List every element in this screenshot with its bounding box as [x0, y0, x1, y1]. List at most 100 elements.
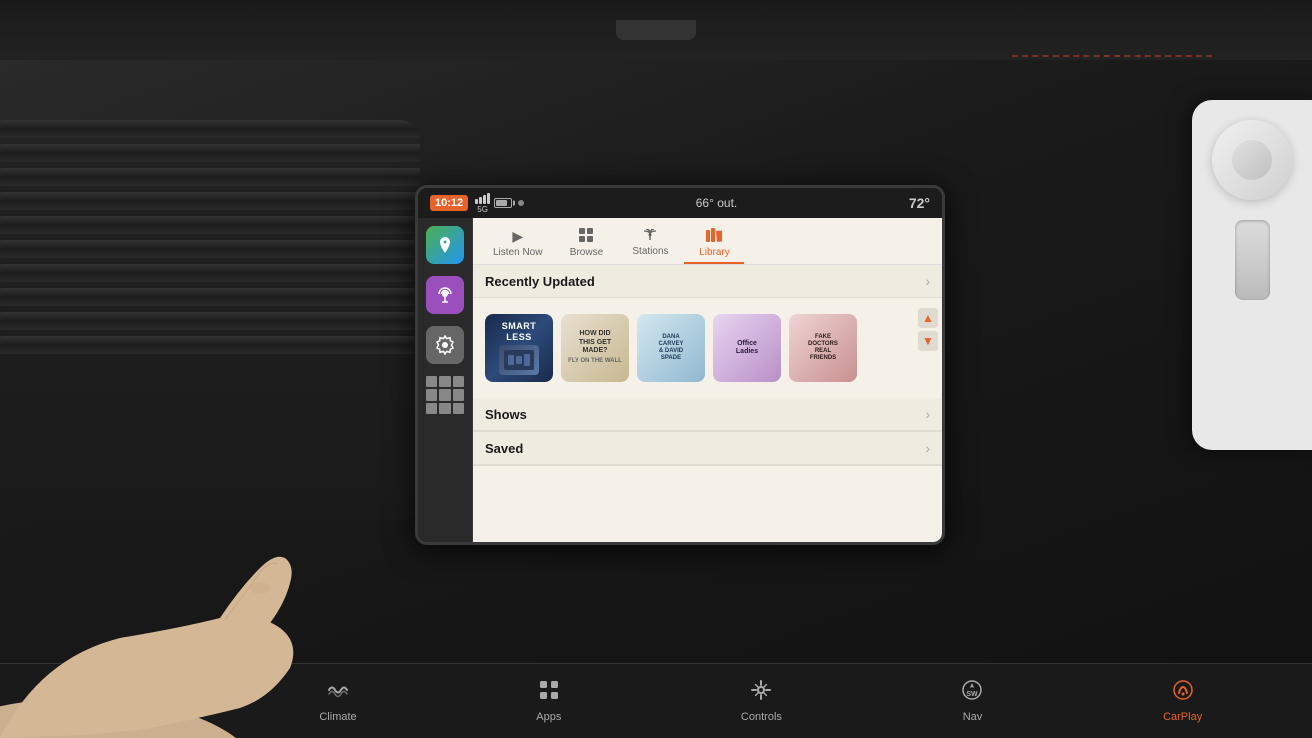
scroll-up-button[interactable]: ▲ [918, 308, 938, 328]
vent-slat [0, 336, 420, 354]
content-panel: ▶ Listen Now Browse [473, 218, 942, 542]
grid-dot [439, 403, 450, 414]
podcast-dana[interactable]: DANACARVEY& DAVIDSPADE [637, 314, 705, 382]
nav-item-media[interactable]: Media [100, 673, 150, 729]
status-bar: 10:12 5G 66° out. 72° [418, 188, 942, 218]
nav-nav-label: Nav [963, 711, 983, 723]
media-icon [114, 679, 136, 707]
sidebar-item-apps-grid[interactable] [426, 376, 464, 414]
grid-dot [439, 376, 450, 387]
recently-updated-title: Recently Updated [485, 274, 595, 289]
tab-stations[interactable]: Stations [620, 224, 680, 264]
content-area: Recently Updated › SMARTLESS [473, 265, 942, 542]
tab-browse[interactable]: Browse [556, 224, 616, 264]
shows-chevron: › [925, 406, 930, 422]
vent-slat [0, 120, 420, 138]
nav-apps-label: Apps [536, 711, 561, 723]
signal-bar-3 [483, 195, 486, 204]
grid-dot [426, 389, 437, 400]
sidebar-item-podcasts[interactable] [426, 276, 464, 314]
tab-bar: ▶ Listen Now Browse [473, 218, 942, 265]
shows-header[interactable]: Shows › [473, 398, 942, 431]
carplay-icon [1172, 679, 1194, 707]
scroll-down-button[interactable]: ▼ [918, 331, 938, 351]
podcast-fake-doctors[interactable]: FAKEDOCTORSREALFRIENDS [789, 314, 857, 382]
carplay-screen: 10:12 5G 66° out. 72° [418, 188, 942, 542]
sidebar-item-maps[interactable] [426, 226, 464, 264]
recently-updated-section: Recently Updated › SMARTLESS [473, 265, 942, 398]
vent-slat [0, 168, 420, 186]
scroll-controls: ▲ ▼ [918, 308, 938, 351]
recently-updated-content: SMARTLESS [473, 298, 942, 398]
library-icon [706, 228, 722, 245]
stations-icon [642, 228, 658, 244]
cable [616, 20, 696, 40]
grid-dot [426, 403, 437, 414]
nav-item-carplay[interactable]: CarPlay [1153, 673, 1212, 729]
device-circle [1212, 120, 1292, 200]
vent-slat [0, 240, 420, 258]
device-button [1235, 220, 1270, 300]
battery-fill [496, 200, 507, 206]
sidebar-item-settings[interactable] [426, 326, 464, 364]
nav-item-nav[interactable]: SW Nav [951, 673, 993, 729]
nav-media-label: Media [110, 711, 140, 723]
tab-listen-now[interactable]: ▶ Listen Now [483, 224, 552, 264]
nav-item-climate[interactable]: Climate [309, 673, 366, 729]
apps-icon [538, 679, 560, 707]
screen-bezel: 10:12 5G 66° out. 72° [415, 185, 945, 545]
nav-item-apps[interactable]: Apps [526, 673, 571, 729]
podcast-smartless[interactable]: SMARTLESS [485, 314, 553, 382]
nav-item-controls[interactable]: Controls [731, 673, 792, 729]
recently-updated-header[interactable]: Recently Updated › [473, 265, 942, 298]
dot-indicator [518, 200, 524, 206]
shows-title: Shows [485, 407, 527, 422]
grid-dot [453, 403, 464, 414]
podcast-row: SMARTLESS [473, 306, 942, 390]
battery-icon [494, 198, 512, 208]
signal-bar-4 [487, 193, 490, 204]
status-temp-outside: 66° out. [696, 196, 738, 210]
status-time: 10:12 [430, 195, 468, 211]
vent-slat [0, 144, 420, 162]
nav-carplay-label: CarPlay [1163, 711, 1202, 723]
grid-dot [453, 389, 464, 400]
signal-bars [475, 193, 490, 204]
signal-bar-1 [475, 199, 478, 204]
status-temp-cabin: 72° [909, 195, 930, 211]
main-area: ▶ Listen Now Browse [418, 218, 942, 542]
nav-icon-sw: SW [961, 679, 983, 707]
browse-icon [579, 228, 593, 245]
bottom-nav: Media Climate Apps [0, 663, 1312, 738]
listen-now-icon: ▶ [512, 228, 523, 245]
vent-slat [0, 312, 420, 330]
grid-dot [439, 389, 450, 400]
sidebar [418, 218, 473, 542]
nav-climate-label: Climate [319, 711, 356, 723]
device-inner [1232, 140, 1272, 180]
vent-slat [0, 216, 420, 234]
tab-listen-now-label: Listen Now [493, 247, 542, 258]
saved-header[interactable]: Saved › [473, 432, 942, 465]
nav-controls-label: Controls [741, 711, 782, 723]
saved-title: Saved [485, 441, 523, 456]
grid-dot [453, 376, 464, 387]
saved-section: Saved › [473, 432, 942, 466]
shows-section: Shows › [473, 398, 942, 432]
red-stitching [1012, 55, 1212, 58]
tab-library[interactable]: Library [684, 224, 744, 264]
tab-browse-label: Browse [570, 247, 603, 258]
recently-updated-chevron: › [925, 273, 930, 289]
controls-icon [750, 679, 772, 707]
podcast-howdid[interactable]: HOW DIDTHIS GETMADE? FLY ON THE WALL [561, 314, 629, 382]
tab-library-label: Library [699, 247, 730, 258]
vent-slat [0, 192, 420, 210]
signal-bar-2 [479, 197, 482, 204]
podcast-office-ladies[interactable]: OfficeLadies [713, 314, 781, 382]
vent-slat [0, 288, 420, 306]
saved-chevron: › [925, 440, 930, 456]
left-vent [0, 120, 420, 520]
climate-icon [327, 679, 349, 707]
svg-text:SW: SW [967, 691, 979, 698]
vent-slat [0, 264, 420, 282]
